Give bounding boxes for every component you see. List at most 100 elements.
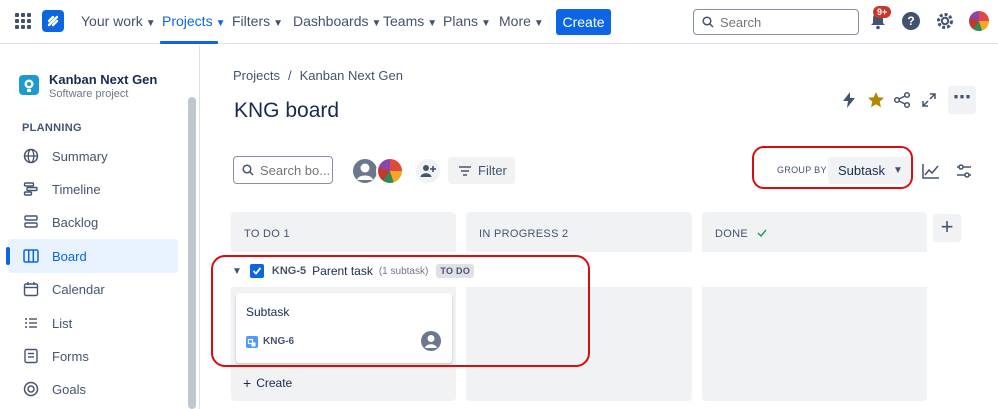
- issue-title[interactable]: Parent task: [312, 264, 373, 278]
- column-title: TO DO 1: [244, 228, 290, 240]
- sidebar-item-label: Calendar: [52, 281, 105, 297]
- sidebar-item-list[interactable]: List: [8, 306, 178, 340]
- notification-badge: 9+: [873, 6, 892, 18]
- nav-projects[interactable]: Projects ▼: [162, 13, 225, 29]
- column-header-done[interactable]: DONE: [702, 212, 927, 252]
- board-search-input[interactable]: [260, 162, 330, 178]
- help-icon[interactable]: ?: [902, 12, 920, 30]
- sidebar-item-board[interactable]: Board: [6, 239, 178, 273]
- search-icon: [702, 16, 714, 28]
- sidebar-item-label: Goals: [52, 381, 86, 397]
- chevron-down-icon: ▼: [273, 18, 284, 29]
- forms-icon: [22, 347, 40, 365]
- user-avatar[interactable]: [969, 11, 989, 31]
- top-navigation: Your work ▼ Projects ▼ Filters ▼ Dashboards…: [0, 0, 998, 44]
- subtask-count: (1 subtask): [378, 265, 429, 277]
- sidebar-item-label: Timeline: [52, 181, 101, 197]
- expand-icon[interactable]: [921, 92, 937, 113]
- card-title: Subtask: [246, 305, 290, 319]
- search-input[interactable]: [720, 14, 840, 30]
- timeline-icon: [22, 180, 40, 198]
- goals-icon: [22, 380, 40, 398]
- task-type-icon: [249, 264, 264, 278]
- sidebar-item-backlog[interactable]: Backlog: [8, 205, 178, 239]
- sidebar-item-label: Summary: [52, 148, 108, 164]
- nav-filters[interactable]: Filters ▼: [232, 13, 283, 29]
- check-icon: [757, 229, 767, 238]
- card-assignee-avatar[interactable]: [421, 331, 441, 351]
- filter-icon: [459, 165, 471, 176]
- sidebar-item-calendar[interactable]: Calendar: [8, 272, 178, 306]
- column-title: DONE: [715, 228, 748, 240]
- card-issue-key: KNG-6: [263, 336, 295, 347]
- issue-card[interactable]: Subtask KNG-6: [236, 293, 452, 363]
- swimlane-header[interactable]: ▼ KNG-5 Parent task (1 subtask) TO DO: [232, 263, 475, 279]
- calendar-icon: [22, 280, 40, 298]
- lightning-icon[interactable]: [842, 92, 856, 113]
- add-people-icon[interactable]: [416, 159, 440, 183]
- sidebar-item-summary[interactable]: Summary: [8, 139, 178, 173]
- add-column-button[interactable]: +: [933, 214, 961, 242]
- globe-icon: [22, 147, 40, 165]
- column-cell-done: [702, 287, 927, 401]
- group-by-select[interactable]: Subtask ▼: [828, 157, 910, 184]
- search-icon: [242, 164, 254, 176]
- project-sidebar: Kanban Next Gen Software project PLANNIN…: [0, 45, 200, 409]
- column-header-in-progress[interactable]: IN PROGRESS 2: [466, 212, 692, 252]
- nav-teams[interactable]: Teams ▼: [383, 13, 437, 29]
- backlog-icon: [22, 213, 40, 231]
- share-icon[interactable]: [893, 91, 911, 114]
- column-header-todo[interactable]: TO DO 1: [231, 212, 456, 252]
- sidebar-item-label: Board: [52, 248, 87, 264]
- chevron-down-icon: ▼: [481, 18, 491, 29]
- list-icon: [22, 314, 40, 332]
- page-title: KNG board: [234, 99, 340, 122]
- subtask-type-icon: [246, 336, 258, 348]
- sidebar-scrollbar[interactable]: [188, 97, 196, 409]
- gear-icon[interactable]: [935, 11, 955, 36]
- sidebar-item-timeline[interactable]: Timeline: [8, 172, 178, 206]
- filter-label: Filter: [478, 163, 507, 178]
- insights-icon[interactable]: [918, 158, 944, 184]
- project-avatar-icon: [19, 75, 39, 95]
- status-badge: TO DO: [436, 264, 475, 278]
- global-search[interactable]: [693, 9, 859, 35]
- chevron-down-icon: ▼: [533, 18, 544, 29]
- nav-more[interactable]: More ▼: [499, 13, 544, 29]
- chevron-down-icon: ▼: [427, 18, 438, 29]
- chevron-down-icon[interactable]: ▼: [232, 266, 242, 277]
- breadcrumb-project[interactable]: Kanban Next Gen: [300, 68, 403, 83]
- column-title: IN PROGRESS 2: [479, 228, 569, 240]
- app-switcher-icon[interactable]: [15, 13, 31, 29]
- more-actions-button[interactable]: ⋯: [948, 86, 976, 114]
- group-by-value: Subtask: [838, 163, 885, 178]
- sidebar-item-goals[interactable]: Goals: [8, 372, 178, 406]
- breadcrumb: Projects / Kanban Next Gen: [233, 68, 403, 83]
- sidebar-item-forms[interactable]: Forms: [8, 339, 178, 373]
- create-button[interactable]: Create: [556, 9, 611, 35]
- assignee-avatar[interactable]: [376, 157, 404, 185]
- nav-dashboards[interactable]: Dashboards ▼: [293, 13, 381, 29]
- project-name[interactable]: Kanban Next Gen: [49, 72, 157, 87]
- create-label: Create: [256, 376, 293, 390]
- create-issue-button[interactable]: + Create: [243, 375, 292, 391]
- sidebar-item-label: List: [52, 315, 73, 331]
- sidebar-item-label: Forms: [52, 348, 89, 364]
- chevron-down-icon: ▼: [145, 18, 156, 29]
- active-nav-indicator: [160, 41, 218, 44]
- issue-key[interactable]: KNG-5: [272, 265, 306, 277]
- group-by-label: GROUP BY: [777, 165, 827, 175]
- nav-plans[interactable]: Plans ▼: [443, 13, 491, 29]
- chevron-down-icon: ▼: [371, 18, 382, 29]
- breadcrumb-projects[interactable]: Projects: [233, 68, 280, 83]
- board-search[interactable]: [233, 156, 333, 184]
- jira-logo-icon[interactable]: [42, 10, 64, 32]
- filter-button[interactable]: Filter: [448, 157, 515, 184]
- star-icon[interactable]: [867, 91, 885, 114]
- view-settings-icon[interactable]: [951, 158, 977, 184]
- section-title-planning: PLANNING: [22, 122, 82, 134]
- sidebar-item-label: Backlog: [52, 214, 99, 230]
- plus-icon: +: [243, 375, 252, 391]
- assignee-avatar[interactable]: [351, 157, 379, 185]
- nav-your-work[interactable]: Your work ▼: [81, 13, 156, 29]
